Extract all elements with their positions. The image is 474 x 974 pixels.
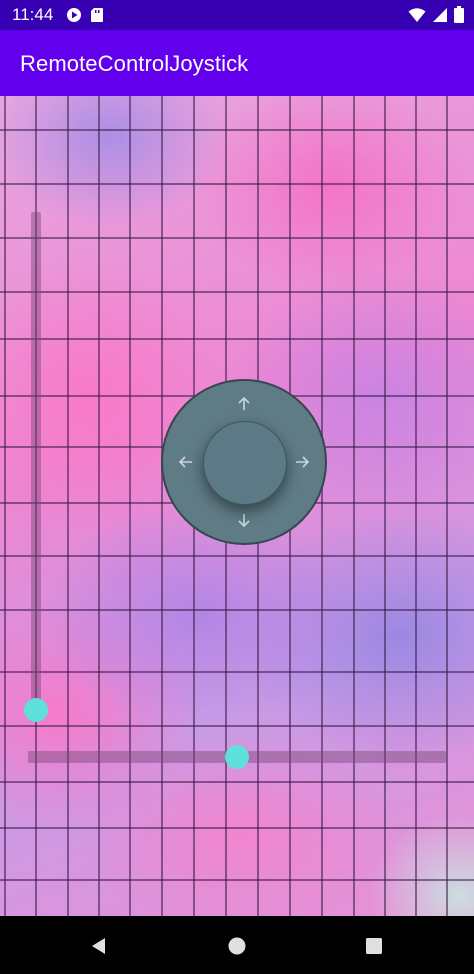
joystick-canvas[interactable]	[0, 96, 474, 916]
status-time: 11:44	[12, 5, 54, 24]
vertical-slider-track[interactable]	[31, 212, 41, 710]
home-icon[interactable]	[226, 935, 248, 957]
joystick-knob[interactable]	[203, 421, 287, 505]
battery-icon	[454, 6, 464, 28]
status-icons-left	[66, 7, 104, 28]
sd-card-icon	[90, 7, 104, 28]
horizontal-slider-thumb[interactable]	[225, 745, 249, 769]
wifi-icon	[408, 7, 426, 28]
arrow-down-icon	[235, 511, 253, 529]
navigation-bar	[0, 916, 474, 974]
app-title: RemoteControlJoystick	[20, 51, 249, 76]
vertical-slider-thumb[interactable]	[24, 698, 48, 722]
back-icon[interactable]	[88, 935, 110, 957]
arrow-right-icon	[293, 453, 311, 471]
play-protect-icon	[66, 7, 82, 28]
status-bar: 11:44	[0, 0, 474, 30]
signal-icon	[432, 7, 448, 28]
joystick-base[interactable]	[161, 379, 327, 545]
recents-icon[interactable]	[363, 935, 385, 957]
arrow-left-icon	[177, 453, 195, 471]
arrow-up-icon	[235, 395, 253, 413]
app-bar: RemoteControlJoystick	[0, 30, 474, 96]
status-icons-right	[408, 6, 464, 28]
